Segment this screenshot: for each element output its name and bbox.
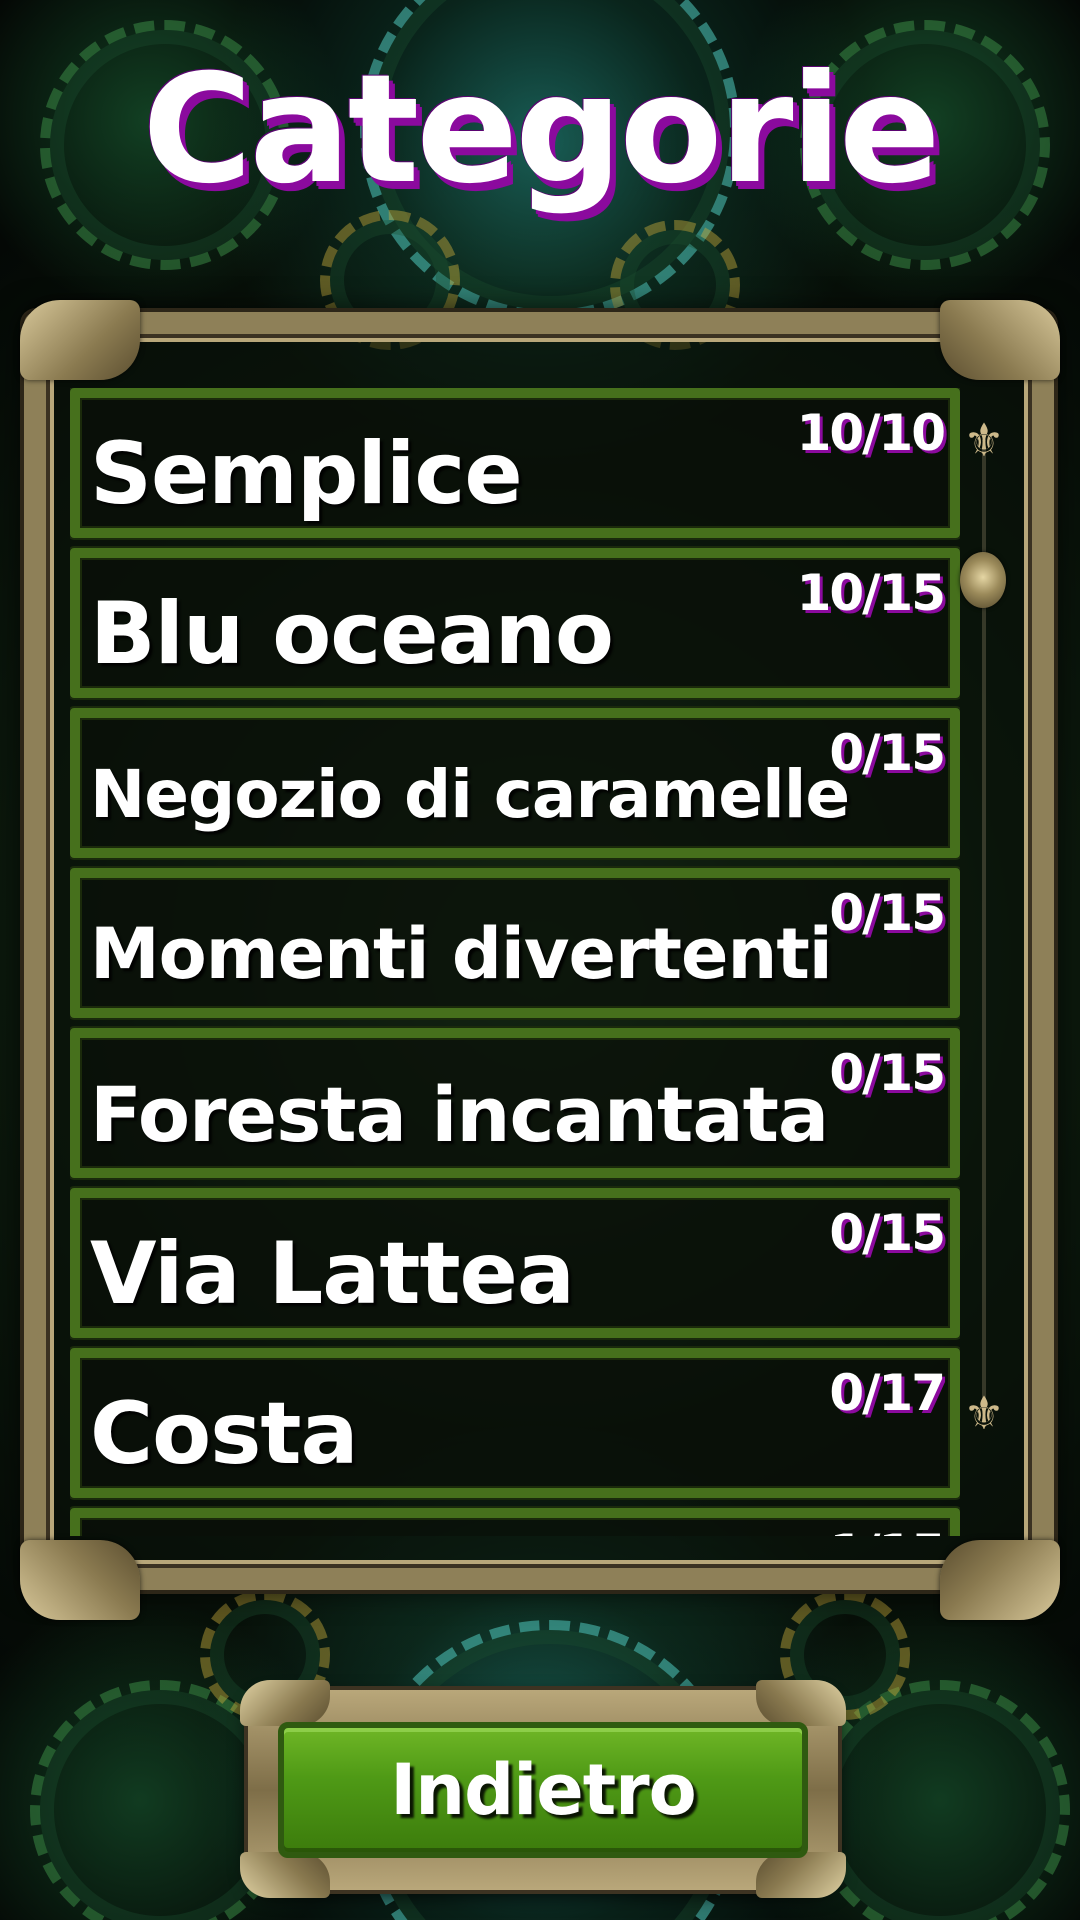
scrollbar-thumb[interactable] — [960, 552, 1006, 608]
category-progress: 0/15 — [829, 1204, 946, 1262]
back-button[interactable]: Indietro — [278, 1722, 808, 1858]
category-progress: 0/15 — [829, 884, 946, 942]
category-name: Momenti divertenti — [90, 913, 833, 995]
category-row[interactable]: Negozio di caramelle 0/15 — [70, 708, 960, 858]
category-progress: 1/15 — [829, 1524, 946, 1536]
scroll-up-icon[interactable]: ⚜ — [962, 415, 1006, 465]
button-ornament-icon — [756, 1680, 846, 1726]
category-name: Costa — [90, 1384, 359, 1484]
category-row[interactable]: Costa 0/17 — [70, 1348, 960, 1498]
category-row[interactable]: Foresta incantata 0/15 — [70, 1028, 960, 1178]
category-name: Negozio di caramelle — [90, 755, 850, 833]
frame-ornament-icon — [940, 1540, 1060, 1620]
back-button-label: Indietro — [390, 1749, 697, 1831]
category-name: Semplice — [90, 424, 523, 524]
frame-ornament-icon — [20, 1540, 140, 1620]
category-name: Blu oceano — [90, 584, 614, 684]
scroll-down-icon[interactable]: ⚜ — [962, 1388, 1006, 1438]
category-name: Foresta incantata — [90, 1069, 829, 1159]
category-name: Via Lattea — [90, 1224, 575, 1324]
category-row[interactable]: Via Lattea 0/15 — [70, 1188, 960, 1338]
category-row[interactable]: 1/15 — [70, 1508, 960, 1536]
category-progress: 10/15 — [796, 564, 946, 622]
page-title: Categorie — [142, 43, 940, 217]
category-row[interactable]: Momenti divertenti 0/15 — [70, 868, 960, 1018]
category-row[interactable]: Blu oceano 10/15 — [70, 548, 960, 698]
button-ornament-icon — [240, 1852, 330, 1898]
frame-ornament-icon — [20, 300, 140, 380]
category-list[interactable]: Semplice 10/10 Blu oceano 10/15 Negozio … — [70, 388, 960, 1536]
category-row[interactable]: Semplice 10/10 — [70, 388, 960, 538]
category-progress: 0/15 — [829, 1044, 946, 1102]
frame-ornament-icon — [940, 300, 1060, 380]
game-screen: Categorie Semplice 10/10 Blu oceano 10/1… — [0, 0, 1080, 1920]
category-progress: 0/17 — [829, 1364, 946, 1422]
button-ornament-icon — [240, 1680, 330, 1726]
button-ornament-icon — [756, 1852, 846, 1898]
category-progress: 0/15 — [829, 724, 946, 782]
category-progress: 10/10 — [796, 404, 946, 462]
